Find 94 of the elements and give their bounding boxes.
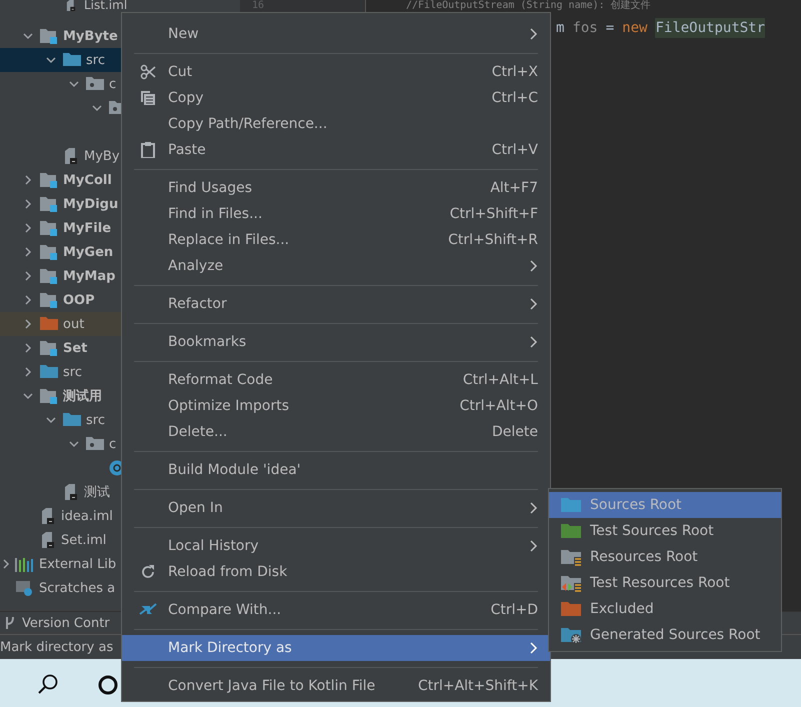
- code-token: =: [606, 20, 614, 36]
- tree-item-label[interactable]: src: [63, 364, 82, 380]
- file-icon: [40, 532, 56, 548]
- chevron-right-icon[interactable]: [3, 558, 11, 570]
- chevron-right-icon: [530, 260, 538, 272]
- tree-item-label[interactable]: OOP: [63, 292, 95, 308]
- file-icon: [40, 508, 56, 524]
- chevron-right-icon: [530, 336, 538, 348]
- status-text: Mark directory as: [0, 640, 114, 654]
- menu-item[interactable]: Compare With... Ctrl+D: [122, 597, 550, 623]
- chevron-right-icon: [530, 298, 538, 310]
- folder-icon: [561, 496, 581, 514]
- tree-item-label[interactable]: Scratches a: [39, 580, 116, 596]
- module-folder-icon: [40, 172, 58, 188]
- package-folder-icon: [86, 76, 104, 92]
- module-folder-icon: [40, 28, 58, 44]
- menu-item[interactable]: Convert Java File to Kotlin File Ctrl+Alt+Shift+K: [122, 673, 550, 699]
- tree-item-label[interactable]: External Lib: [39, 556, 116, 572]
- module-folder-icon: [40, 196, 58, 212]
- tree-item-label[interactable]: src: [86, 52, 105, 68]
- menu-item[interactable]: Copy Ctrl+C: [122, 85, 550, 111]
- menu-item[interactable]: Resources Root: [549, 544, 781, 570]
- folder-icon: [63, 412, 81, 428]
- menu-item[interactable]: Delete... Delete: [122, 419, 550, 445]
- clipboard-icon: [141, 142, 155, 158]
- tree-item-label[interactable]: 测试: [84, 483, 110, 501]
- tree-item-label[interactable]: src: [86, 412, 105, 428]
- module-folder-icon: [40, 220, 58, 236]
- menu-item[interactable]: Optimize Imports Ctrl+Alt+O: [122, 393, 550, 419]
- module-folder-icon: [40, 340, 58, 356]
- folder-icon: [63, 52, 81, 68]
- tree-item-label[interactable]: MyByte: [63, 28, 118, 44]
- folder-icon: [561, 574, 581, 592]
- module-folder-icon: [40, 292, 58, 308]
- menu-item[interactable]: Reload from Disk: [122, 559, 550, 585]
- tree-item-label[interactable]: idea.iml: [61, 508, 113, 524]
- file-icon: [63, 148, 79, 164]
- folder-icon: [561, 600, 581, 618]
- code-token: fos: [572, 20, 598, 36]
- folder-icon: [40, 364, 58, 380]
- menu-item[interactable]: Test Sources Root: [549, 518, 781, 544]
- library-bars-icon: [14, 556, 34, 572]
- menu-item[interactable]: Test Resources Root: [549, 570, 781, 596]
- tree-item-label[interactable]: 测试用: [63, 387, 102, 405]
- chevron-right-icon: [530, 502, 538, 514]
- tree-item-label[interactable]: out: [63, 316, 84, 332]
- folder-icon: [561, 548, 581, 566]
- tool-window-tab[interactable]: Version Contr: [22, 616, 110, 630]
- copy-icon: [140, 90, 156, 106]
- menu-item[interactable]: Generated Sources Root: [549, 622, 781, 648]
- module-folder-icon: [40, 268, 58, 284]
- menu-item[interactable]: Copy Path/Reference...: [122, 111, 550, 137]
- tree-item-label[interactable]: c: [109, 76, 116, 92]
- menu-item[interactable]: Build Module 'idea': [122, 457, 550, 483]
- chevron-right-icon: [530, 28, 538, 40]
- menu-item[interactable]: Analyze: [122, 253, 550, 279]
- scissors-icon: [140, 64, 156, 80]
- reload-icon: [140, 564, 156, 580]
- menu-item[interactable]: Find Usages Alt+F7: [122, 175, 550, 201]
- folder-icon: [561, 626, 581, 644]
- scratch-file-icon: [14, 580, 34, 596]
- menu-item[interactable]: Reformat Code Ctrl+Alt+L: [122, 367, 550, 393]
- code-token: m: [556, 20, 564, 36]
- menu-item[interactable]: Mark Directory as: [122, 635, 550, 661]
- file-icon: [63, 484, 79, 500]
- search-icon[interactable]: [37, 673, 59, 695]
- tree-item-label[interactable]: MyBy: [84, 148, 120, 164]
- branch-icon: [4, 616, 16, 630]
- menu-item[interactable]: Paste Ctrl+V: [122, 137, 550, 163]
- module-folder-icon: [40, 244, 58, 260]
- code-token: new: [622, 20, 648, 36]
- menu-item[interactable]: Excluded: [549, 596, 781, 622]
- package-folder-icon: [86, 436, 104, 452]
- menu-item[interactable]: Local History: [122, 533, 550, 559]
- tree-item-label[interactable]: MyFile: [63, 220, 112, 236]
- folder-icon: [561, 522, 581, 540]
- menu-item[interactable]: Open In: [122, 495, 550, 521]
- folder-icon: [40, 316, 58, 332]
- tree-item-label[interactable]: Set: [63, 340, 88, 356]
- tree-item-label[interactable]: MyMap: [63, 268, 116, 284]
- tree-item-label[interactable]: MyDigu: [63, 196, 118, 212]
- menu-item[interactable]: Find in Files... Ctrl+Shift+F: [122, 201, 550, 227]
- circle-icon[interactable]: [98, 675, 118, 695]
- tree-item-label[interactable]: MyGen: [63, 244, 114, 260]
- chevron-right-icon: [530, 540, 538, 552]
- tree-item-label[interactable]: Set.iml: [61, 532, 106, 548]
- menu-item[interactable]: Replace in Files... Ctrl+Shift+R: [122, 227, 550, 253]
- module-folder-icon: [40, 388, 58, 404]
- code-token: FileOutputStr: [655, 18, 766, 38]
- menu-item[interactable]: New: [122, 21, 550, 47]
- tree-item-label[interactable]: MyColl: [63, 172, 112, 188]
- tree-item-label[interactable]: List.iml: [84, 0, 128, 11]
- tree-item-label[interactable]: c: [109, 436, 116, 452]
- chevron-right-icon: [530, 642, 538, 654]
